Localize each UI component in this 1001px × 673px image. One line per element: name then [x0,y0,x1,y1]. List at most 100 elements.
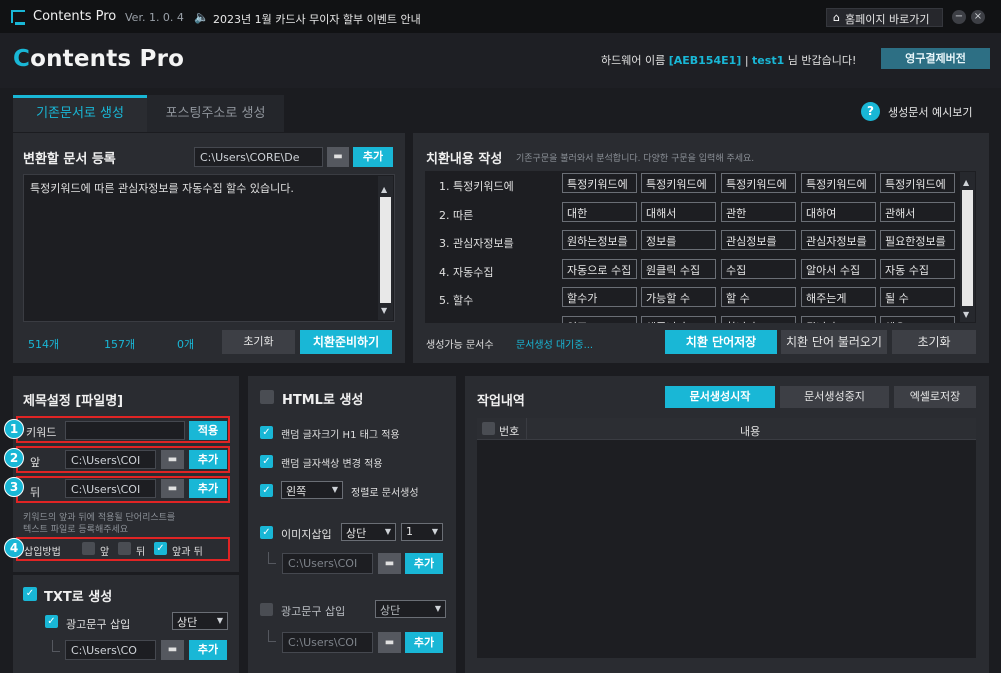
replace-cell[interactable]: 자동으로 수집 [562,258,637,279]
replace-cell[interactable]: 원하는정보를 [562,230,637,250]
notice-link[interactable]: 2023년 1월 카드사 무이자 할부 이벤트 안내 [213,11,421,27]
replace-cell[interactable]: 관심자정보를 [801,230,876,250]
upgrade-button[interactable]: 영구결제버전 [881,48,990,69]
txt-create-checkbox[interactable]: ✓ [23,587,37,601]
tab-existing-document[interactable]: 기존문서로 생성 [13,95,147,132]
app-name: Contents Pro [33,9,117,24]
html-ad-add-button[interactable]: 추가 [405,632,443,653]
minimize-button[interactable]: − [952,10,966,24]
replace-cell[interactable]: 원클릭 수집 [641,258,716,279]
keyword-input[interactable] [65,421,185,440]
insert-back-checkbox[interactable] [118,542,131,555]
convert-reset-button[interactable]: 초기화 [222,330,295,354]
replace-cell[interactable]: 됩니다 [801,315,876,323]
work-panel-title: 작업내역 [477,394,525,409]
txt-ad-path[interactable]: C:\Users\CO [65,640,156,660]
homepage-button[interactable]: ⌂ 홈페이지 바로가기 [826,8,943,27]
replace-cell[interactable]: 특정키워드에 [721,173,796,193]
replace-cell[interactable]: 될 수 [880,287,955,307]
replace-cell[interactable]: 해요 [880,315,955,323]
help-icon[interactable]: ? [861,102,880,121]
scroll-thumb[interactable] [380,197,391,303]
select-all-checkbox[interactable] [482,422,495,435]
replace-cell[interactable]: 특정키워드에 [562,173,637,193]
html-ad-position-select[interactable]: 상단 ▼ [375,600,446,618]
folder-icon[interactable]: ▬ [378,553,401,574]
replace-cell[interactable]: 할수가 [562,287,637,307]
folder-icon[interactable]: ▬ [378,632,401,653]
html-align-checkbox[interactable]: ✓ [260,484,273,497]
html-create-checkbox[interactable] [260,390,274,404]
close-button[interactable]: × [971,10,985,24]
replace-cell[interactable]: 대해서 [641,201,716,222]
image-position-select[interactable]: 상단 ▼ [341,523,396,541]
save-replace-words-button[interactable]: 치환 단어저장 [665,330,777,354]
replace-cell[interactable]: 관심정보를 [721,230,796,250]
txt-ad-add-button[interactable]: 추가 [189,640,227,660]
back-words-path[interactable]: C:\Users\COI [65,479,156,498]
html-opt1-checkbox[interactable]: ✓ [260,426,273,439]
image-path[interactable]: C:\Users\COI [282,553,373,574]
step-badge-4: 4 [4,538,24,558]
image-count-select[interactable]: 1 ▼ [401,523,443,541]
step-badge-2: 2 [4,448,24,468]
replace-cell[interactable]: 해주는게 [801,287,876,307]
html-ad-checkbox[interactable] [260,603,273,616]
insert-front-checkbox[interactable] [82,542,95,555]
excel-save-button[interactable]: 엑셀로저장 [894,386,976,408]
front-words-add-button[interactable]: 추가 [189,450,227,469]
folder-icon[interactable]: ▬ [161,640,184,660]
html-ad-path[interactable]: C:\Users\COI [282,632,373,653]
tab-posting-url[interactable]: 포스팅주소로 생성 [147,95,284,132]
folder-icon[interactable]: ▬ [161,479,184,498]
txt-ad-checkbox[interactable]: ✓ [45,615,58,628]
replace-cell[interactable]: 정보를 [641,230,716,250]
image-add-button[interactable]: 추가 [405,553,443,574]
insert-both-checkbox[interactable]: ✓ [154,542,167,555]
html-opt2-label: 랜덤 글자색상 변경 적용 [281,459,383,470]
scroll-up-icon[interactable]: ▲ [381,185,387,194]
replace-cell[interactable]: 자동 수집 [880,258,955,279]
image-insert-checkbox[interactable]: ✓ [260,526,273,539]
app-logo-icon [11,10,25,25]
col-number: 번호 [499,425,520,438]
front-words-path[interactable]: C:\Users\COI [65,450,156,469]
replace-reset-button[interactable]: 초기화 [892,330,976,354]
txt-ad-position-select[interactable]: 상단 ▼ [172,612,228,630]
prepare-replace-button[interactable]: 치환준비하기 [300,330,392,354]
replace-cell[interactable]: 가능할 수 [641,287,716,307]
chevron-down-icon: ▼ [434,604,441,613]
start-generation-button[interactable]: 문서생성시작 [665,386,775,408]
replace-cell[interactable]: 특정키워드에 [641,173,716,193]
scroll-up-icon[interactable]: ▲ [963,178,969,187]
sample-view-link[interactable]: 생성문서 예시보기 [888,104,972,120]
align-select[interactable]: 왼쪽 ▼ [281,481,343,499]
replace-cell[interactable]: 있죠 [562,315,637,323]
folder-icon[interactable]: ▬ [161,450,184,469]
html-opt2-checkbox[interactable]: ✓ [260,455,273,468]
convert-path-input[interactable]: C:\Users\CORE\De [194,147,323,167]
replace-cell[interactable]: 대하여 [801,201,876,222]
load-replace-words-button[interactable]: 치환 단어 불러오기 [781,330,887,354]
replace-cell[interactable]: 관해서 [880,201,955,222]
replace-cell[interactable]: 필요한정보를 [880,230,955,250]
scroll-down-icon[interactable]: ▼ [963,310,969,319]
replace-cell[interactable]: 특정키워드에 [880,173,955,193]
convert-add-button[interactable]: 추가 [353,147,393,167]
stop-generation-button[interactable]: 문서생성중지 [780,386,889,408]
replace-cell[interactable]: 해줍니다 [641,315,716,323]
replace-cell[interactable]: 대한 [562,201,637,222]
back-words-add-button[interactable]: 추가 [189,479,227,498]
replace-cell[interactable]: 할 수 [721,287,796,307]
replace-cell[interactable]: 특정키워드에 [801,173,876,193]
scroll-thumb[interactable] [962,190,973,306]
replace-cell[interactable]: 관한 [721,201,796,222]
replace-cell[interactable]: 합니다 [721,315,796,323]
html-panel-title: HTML로 생성 [282,393,364,408]
convert-text-area[interactable]: 특정키워드에 따른 관심자정보를 자동수집 할수 있습니다. [23,174,395,322]
replace-cell[interactable]: 수집 [721,258,796,279]
scroll-down-icon[interactable]: ▼ [381,306,387,315]
keyword-apply-button[interactable]: 적용 [189,421,227,440]
replace-cell[interactable]: 알아서 수집 [801,258,876,279]
folder-icon[interactable]: ▬ [327,147,349,167]
